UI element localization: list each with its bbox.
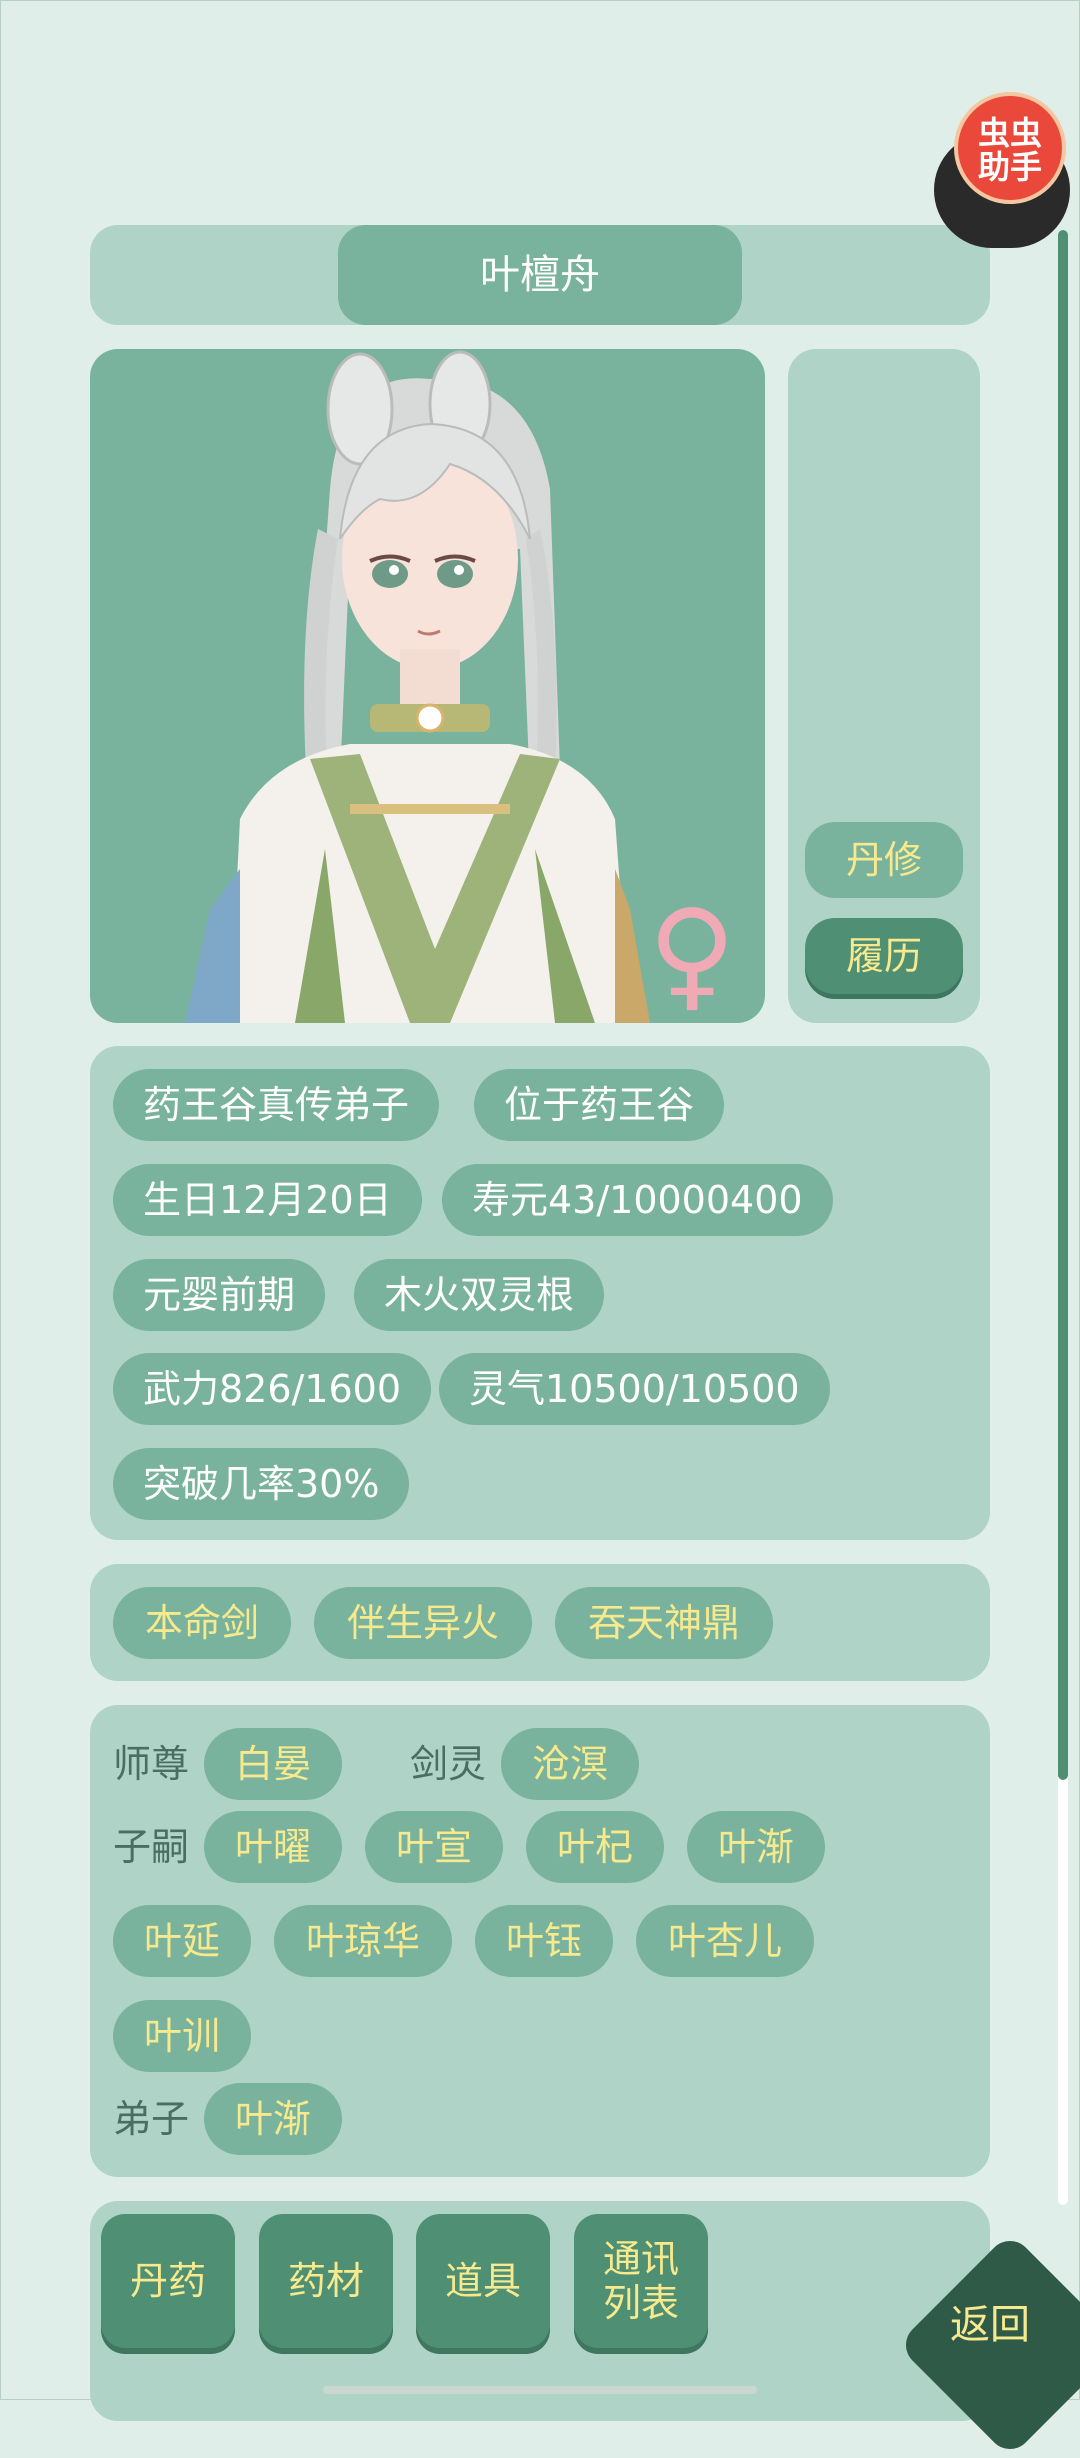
realm-chip: 元婴前期 <box>113 1259 326 1331</box>
home-indicator[interactable] <box>323 2386 757 2394</box>
child-chip[interactable]: 叶渐 <box>687 1811 825 1883</box>
scrollbar-thumb[interactable] <box>1058 230 1068 1780</box>
disciple-chip[interactable]: 叶渐 <box>204 2083 342 2155</box>
tab-elixirs[interactable]: 丹药 <box>101 2214 235 2348</box>
disciples-label: 弟子 <box>113 2097 190 2141</box>
child-chip[interactable]: 叶延 <box>113 1905 251 1977</box>
lifespan-chip: 寿元43/10000400 <box>442 1164 833 1236</box>
child-chip[interactable]: 叶训 <box>113 2000 251 2072</box>
child-chip[interactable]: 叶钰 <box>475 1905 613 1977</box>
spirit-root-chip: 木火双灵根 <box>354 1259 605 1331</box>
female-gender-icon: ♀ <box>648 885 736 1024</box>
birthday-chip: 生日12月20日 <box>113 1164 422 1236</box>
history-button[interactable]: 履历 <box>805 918 963 994</box>
children-label: 子嗣 <box>113 1825 190 1869</box>
assistant-overlay[interactable]: 虫虫 助手 <box>934 92 1070 248</box>
tab-items[interactable]: 道具 <box>416 2214 550 2348</box>
master-chip[interactable]: 白晏 <box>204 1728 342 1800</box>
location-chip: 位于药王谷 <box>474 1069 725 1141</box>
sect-chip: 药王谷真传弟子 <box>113 1069 440 1141</box>
tab-herbs[interactable]: 药材 <box>259 2214 393 2348</box>
treasure-chip[interactable]: 伴生异火 <box>314 1587 532 1659</box>
profession-button[interactable]: 丹修 <box>805 822 963 898</box>
treasure-chip[interactable]: 吞天神鼎 <box>555 1587 773 1659</box>
back-button-label: 返回 <box>950 2302 1030 2348</box>
child-chip[interactable]: 叶杏儿 <box>636 1905 814 1977</box>
assistant-badge-icon: 虫虫 助手 <box>954 92 1066 204</box>
breakthrough-chip: 突破几率30% <box>113 1448 410 1520</box>
child-chip[interactable]: 叶曜 <box>204 1811 342 1883</box>
master-label: 师尊 <box>113 1742 190 1786</box>
child-chip[interactable]: 叶杞 <box>526 1811 664 1883</box>
tab-contacts[interactable]: 通讯 列表 <box>574 2214 708 2348</box>
child-chip[interactable]: 叶琼华 <box>274 1905 452 1977</box>
sword-spirit-chip[interactable]: 沧溟 <box>501 1728 639 1800</box>
assistant-badge-line2: 助手 <box>977 148 1042 186</box>
sword-spirit-label: 剑灵 <box>410 1742 487 1786</box>
back-button[interactable]: 返回 <box>896 2231 1080 2458</box>
spirit-energy-chip: 灵气10500/10500 <box>439 1353 830 1425</box>
character-name-tab: 叶檀舟 <box>338 225 742 325</box>
child-chip[interactable]: 叶宣 <box>365 1811 503 1883</box>
power-chip: 武力826/1600 <box>113 1353 432 1425</box>
assistant-badge-line1: 虫虫 <box>977 114 1042 152</box>
treasure-chip[interactable]: 本命剑 <box>113 1587 291 1659</box>
